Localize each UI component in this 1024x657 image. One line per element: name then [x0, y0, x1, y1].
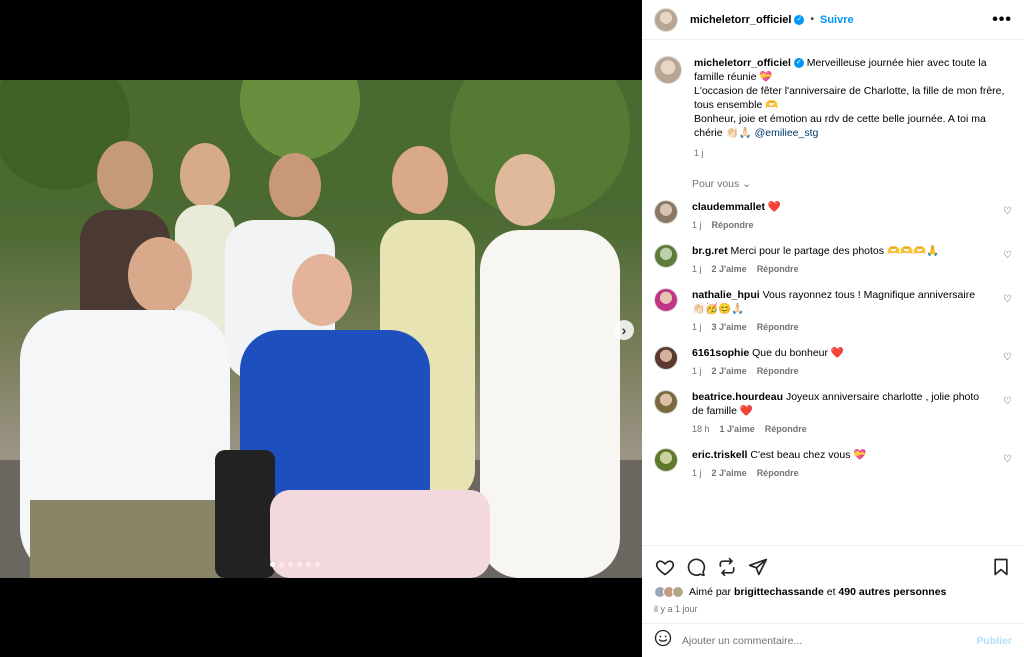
action-icons-row: [654, 554, 1012, 580]
comment-item: beatrice.hourdeau Joyeux anniversaire ch…: [654, 390, 1012, 434]
carousel-dot: [315, 562, 320, 567]
like-comment-heart-icon[interactable]: ♡: [1003, 206, 1012, 217]
comment-text: Que du bonheur ❤️: [752, 347, 845, 359]
comment-username[interactable]: br.g.ret: [692, 245, 728, 257]
carousel-dots: [270, 562, 320, 567]
avatar[interactable]: [654, 7, 678, 32]
carousel-dot: [297, 562, 302, 567]
post-time-ago: il y a 1 jour: [654, 604, 698, 614]
caption: micheletorr_officiel ✓ Merveilleuse journ…: [654, 56, 1012, 160]
liker-username[interactable]: brigittechassande: [734, 586, 824, 598]
likes-others-link[interactable]: 490 autres personnes: [838, 586, 946, 598]
bookmark-icon[interactable]: [990, 556, 1012, 578]
avatar[interactable]: [654, 288, 678, 312]
post-side-panel: micheletorr_officiel ✓ • Suivre ••• mich…: [642, 0, 1024, 657]
publish-button[interactable]: Publier: [976, 635, 1012, 647]
comment-username[interactable]: claudemmallet: [692, 201, 765, 213]
verified-badge-icon: ✓: [793, 58, 804, 69]
comment-username[interactable]: 6161sophie: [692, 347, 749, 359]
separator-dot: •: [810, 14, 814, 25]
avatar[interactable]: [654, 346, 678, 370]
caption-mention-link[interactable]: @emiliee_stg: [755, 127, 819, 139]
like-heart-icon[interactable]: [654, 556, 676, 578]
post-header: micheletorr_officiel ✓ • Suivre •••: [642, 0, 1024, 40]
comment-item: 6161sophie Que du bonheur ❤️ 1 j 2 J'aime…: [654, 346, 1012, 376]
caption-line2: L'occasion de fêter l'anniversaire de Ch…: [694, 85, 1005, 111]
comment-likes-count[interactable]: 2 J'aime: [712, 366, 747, 376]
repost-icon[interactable]: [716, 556, 738, 578]
caption-body: micheletorr_officiel ✓ Merveilleuse journ…: [694, 56, 1012, 160]
comment-item: claudemmallet ❤️ 1 j Répondre ♡: [654, 200, 1012, 230]
reply-button[interactable]: Répondre: [757, 322, 799, 332]
author-username[interactable]: micheletorr_officiel: [690, 14, 791, 26]
likes-summary: Aimé par brigittechassande et 490 autres…: [654, 586, 1012, 598]
share-send-icon[interactable]: [747, 556, 769, 578]
carousel-dot: [279, 562, 284, 567]
comment-likes-count[interactable]: 3 J'aime: [712, 322, 747, 332]
carousel-dot: [270, 562, 275, 567]
likes-prefix: Aimé par: [689, 586, 732, 598]
more-options-icon[interactable]: •••: [992, 11, 1012, 29]
comment-likes-count[interactable]: 1 J'aime: [720, 424, 755, 434]
caption-line3: Bonheur, joie et émotion au rdv de cette…: [694, 113, 986, 139]
comment-likes-count[interactable]: 2 J'aime: [712, 468, 747, 478]
comment-time: 1 j: [692, 220, 702, 230]
reply-button[interactable]: Répondre: [757, 468, 799, 478]
avatar[interactable]: [654, 244, 678, 268]
comment-item: br.g.ret Merci pour le partage des photo…: [654, 244, 1012, 274]
comment-time: 1 j: [692, 322, 702, 332]
avatar[interactable]: [654, 448, 678, 472]
carousel-dot: [306, 562, 311, 567]
caption-time: 1 j: [694, 148, 704, 158]
comments-scroll[interactable]: micheletorr_officiel ✓ Merveilleuse journ…: [642, 40, 1024, 545]
verified-badge-icon: ✓: [794, 14, 805, 25]
comment-likes-count[interactable]: 2 J'aime: [712, 264, 747, 274]
comment-bubble-icon[interactable]: [685, 556, 707, 578]
reply-button[interactable]: Répondre: [765, 424, 807, 434]
comment-text: ❤️: [767, 201, 781, 213]
carousel-next-button[interactable]: ›: [614, 320, 634, 340]
avatar[interactable]: [654, 390, 678, 414]
like-comment-heart-icon[interactable]: ♡: [1003, 294, 1012, 305]
reply-button[interactable]: Répondre: [757, 366, 799, 376]
carousel-dot: [288, 562, 293, 567]
avatar[interactable]: [654, 200, 678, 224]
family-photo-illustration: [0, 80, 642, 578]
reply-button[interactable]: Répondre: [757, 264, 799, 274]
comment-input[interactable]: [682, 634, 977, 647]
post-viewer: › micheletorr_officiel ✓ • Suivre ••• mi…: [0, 0, 1024, 657]
caption-author[interactable]: micheletorr_officiel: [694, 57, 791, 69]
comment-username[interactable]: beatrice.hourdeau: [692, 391, 783, 403]
comment-time: 1 j: [692, 468, 702, 478]
comments-filter-dropdown[interactable]: Pour vous ⌄: [692, 178, 1012, 190]
reply-button[interactable]: Répondre: [712, 220, 754, 230]
comment-time: 1 j: [692, 264, 702, 274]
post-photo[interactable]: [0, 80, 642, 578]
comment-username[interactable]: eric.triskell: [692, 449, 747, 461]
like-comment-heart-icon[interactable]: ♡: [1003, 352, 1012, 363]
comment-time: 18 h: [692, 424, 710, 434]
avatar[interactable]: [654, 56, 682, 84]
comment-item: nathalie_hpui Vous rayonnez tous ! Magni…: [654, 288, 1012, 332]
liker-avatar: [672, 586, 684, 598]
likes-and: et: [826, 586, 836, 598]
emoji-smiley-icon[interactable]: [654, 629, 672, 652]
like-comment-heart-icon[interactable]: ♡: [1003, 250, 1012, 261]
comment-text: C'est beau chez vous 💝: [750, 449, 867, 461]
comment-text: Merci pour le partage des photos 🫶🫶🫶🙏: [730, 245, 940, 257]
like-comment-heart-icon[interactable]: ♡: [1003, 454, 1012, 465]
comment-item: eric.triskell C'est beau chez vous 💝 1 j…: [654, 448, 1012, 478]
like-comment-heart-icon[interactable]: ♡: [1003, 396, 1012, 407]
follow-button[interactable]: Suivre: [820, 14, 854, 26]
add-comment-bar: Publier: [642, 623, 1024, 657]
media-area: ›: [0, 0, 642, 657]
comment-time: 1 j: [692, 366, 702, 376]
comment-username[interactable]: nathalie_hpui: [692, 289, 760, 301]
